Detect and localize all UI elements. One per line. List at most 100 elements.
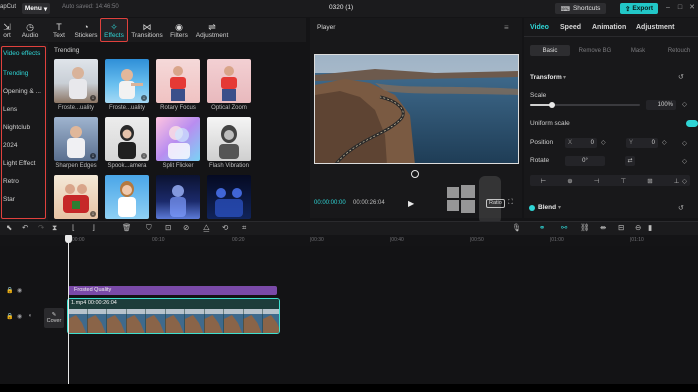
rotate-icon[interactable]: ⟲ — [222, 223, 228, 233]
mirror-icon[interactable]: ⧋ — [203, 223, 210, 233]
eye-icon[interactable]: ◉ — [17, 287, 22, 294]
subtab-mask[interactable]: Mask — [620, 45, 656, 56]
zoom-out-icon[interactable]: ⊖ — [635, 223, 641, 233]
minimize-icon[interactable]: – — [664, 4, 672, 12]
cover-label: Cover — [46, 318, 62, 324]
maximize-icon[interactable]: □ — [676, 4, 684, 12]
align-left-icon[interactable]: ⊢ — [541, 177, 547, 185]
freeze-icon[interactable]: ⊡ — [165, 223, 171, 233]
chevron-down-icon[interactable]: ▾ — [563, 74, 566, 81]
effect-thumb-frosted-quality-1[interactable]: ↓ — [54, 59, 98, 103]
rotate-input[interactable]: 0° — [565, 156, 605, 166]
crop-icon[interactable]: ⌗ — [242, 223, 246, 233]
main-track-magnet-icon[interactable]: ⚭ — [539, 223, 545, 233]
menu-label: Menu — [24, 5, 42, 12]
subtab-retouch[interactable]: Retouch — [660, 45, 698, 56]
effect-thumb-spooky-camera[interactable]: ↓ — [105, 117, 149, 161]
shortcuts-button[interactable]: ⌨ Shortcuts — [555, 3, 606, 14]
tab-filters[interactable]: ◉ Filters — [167, 18, 191, 42]
tab-transitions[interactable]: ⋈ Transitions — [130, 18, 164, 42]
tab-adjustment[interactable]: ⇌ Adjustment — [194, 18, 230, 42]
tab-speed[interactable]: Speed — [560, 24, 581, 31]
download-icon[interactable]: ↓ — [90, 211, 96, 217]
effect-thumb-flash-vibration[interactable] — [207, 117, 251, 161]
playhead[interactable] — [68, 236, 69, 384]
lock-icon[interactable]: 🔒 — [6, 313, 13, 320]
chevron-down-icon[interactable]: ▾ — [558, 204, 561, 211]
keyframe-icon[interactable]: ◇ — [682, 139, 687, 147]
tab-adjustment-inspector[interactable]: Adjustment — [636, 24, 675, 31]
download-icon[interactable]: ↓ — [90, 153, 96, 159]
marker-icon[interactable]: ⛉ — [146, 223, 152, 233]
undo-icon[interactable]: ↶ — [22, 223, 28, 233]
align-bottom-icon[interactable]: ⊥ — [674, 177, 680, 185]
tab-stickers[interactable]: ◔ Stickers — [73, 18, 99, 42]
effect-label: Spook...amera — [107, 163, 147, 169]
reset-icon[interactable]: ↺ — [678, 204, 684, 212]
eye-icon[interactable]: ◉ — [17, 313, 22, 320]
lock-icon[interactable]: 🔒 — [6, 287, 13, 294]
effect-thumb-frosted-quality-2[interactable]: ↓ — [105, 59, 149, 103]
preview-axis-icon[interactable]: ⇼ — [600, 223, 606, 233]
effect-thumb-12[interactable] — [207, 175, 251, 219]
effect-clip[interactable]: Frosted Quality — [68, 286, 277, 295]
tab-animation[interactable]: Animation — [592, 24, 626, 31]
export-button[interactable]: ⇪ Export — [620, 3, 658, 14]
tab-import[interactable]: ⇲ ort — [0, 18, 14, 42]
select-tool-icon[interactable]: ⬉ — [6, 223, 12, 233]
download-icon[interactable]: ↓ — [141, 153, 147, 159]
more-icon[interactable]: ≡ — [504, 23, 509, 32]
effect-thumb-sharpen-edges[interactable]: ↓ — [54, 117, 98, 161]
menu-button[interactable]: Menu ▾ — [22, 3, 50, 14]
effect-thumb-10[interactable] — [105, 175, 149, 219]
position-x-input[interactable]: X0 — [565, 138, 597, 148]
effect-thumb-split-flicker[interactable] — [156, 117, 200, 161]
effect-thumb-11[interactable] — [156, 175, 200, 219]
cover-button[interactable]: ✎ Cover — [44, 308, 64, 328]
text-icon: T — [56, 21, 62, 32]
delete-icon[interactable]: 🗑 — [122, 223, 132, 233]
align-top-icon[interactable]: ⊤ — [621, 177, 627, 185]
scale-input[interactable]: 100% — [646, 100, 676, 110]
audio-mute-icon[interactable]: ◖ — [28, 313, 32, 319]
keyframe-icon[interactable]: ◇ — [682, 157, 687, 165]
linkage-icon[interactable]: ⛓ — [580, 223, 590, 233]
subtab-remove-bg[interactable]: Remove BG — [572, 45, 618, 56]
split-left-icon[interactable]: ⌊ — [72, 223, 75, 233]
download-icon[interactable]: ↓ — [141, 95, 147, 101]
effect-thumb-optical-zoom[interactable] — [207, 59, 251, 103]
effect-thumb-rotary-focus[interactable] — [156, 59, 200, 103]
upload-icon: ⇪ — [624, 5, 631, 13]
reverse-icon[interactable]: ⊘ — [183, 223, 189, 233]
flip-icon[interactable]: ⇄ — [625, 156, 635, 166]
keyframe-icon[interactable]: ◇ — [682, 177, 687, 185]
keyframe-icon[interactable]: ◇ — [682, 100, 687, 108]
tab-audio[interactable]: ◷ Audio — [18, 18, 42, 42]
tab-video[interactable]: Video — [530, 24, 549, 31]
align-center-h-icon[interactable]: ⊕ — [567, 177, 572, 185]
position-y-input[interactable]: Y0 — [626, 138, 658, 148]
keyframe-icon[interactable]: ◇ — [662, 139, 667, 146]
scale-slider-knob[interactable] — [549, 102, 555, 108]
tab-text[interactable]: T Text — [48, 18, 70, 42]
zoom-slider-icon[interactable]: ▮ — [648, 223, 652, 233]
video-preview[interactable] — [314, 54, 519, 164]
keyframe-icon[interactable]: ◇ — [601, 139, 606, 146]
reset-icon[interactable]: ↺ — [678, 73, 684, 81]
split-right-icon[interactable]: ⌋ — [92, 223, 95, 233]
auto-snap-icon[interactable]: ⚯ — [561, 223, 567, 233]
effect-thumb-9[interactable]: ↓ — [54, 175, 98, 219]
align-right-icon[interactable]: ⊣ — [594, 177, 600, 185]
download-icon[interactable]: ↓ — [90, 95, 96, 101]
uniform-scale-toggle[interactable] — [686, 120, 698, 127]
split-icon[interactable]: ⧗ — [52, 223, 57, 233]
align-center-v-icon[interactable]: ⊞ — [647, 177, 652, 185]
blend-checkbox[interactable] — [529, 205, 535, 211]
playhead-handle[interactable] — [65, 235, 72, 243]
close-icon[interactable]: ✕ — [688, 4, 696, 12]
microphone-icon[interactable]: 🎙 — [512, 223, 522, 233]
split-view-icon[interactable]: ⊟ — [618, 223, 624, 233]
redo-icon[interactable]: ↷ — [38, 223, 44, 233]
divider — [524, 36, 698, 37]
subtab-basic[interactable]: Basic — [530, 45, 570, 56]
